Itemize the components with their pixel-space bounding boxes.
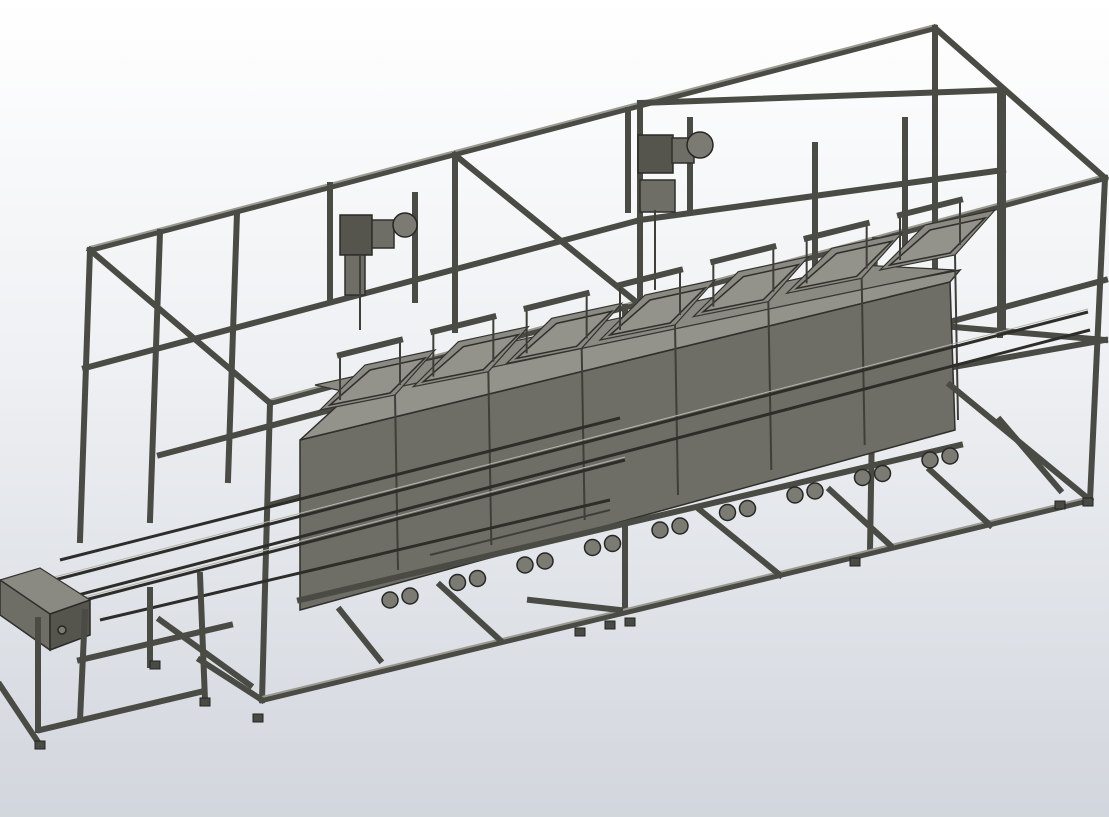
lift-bracket-bar	[429, 313, 497, 336]
lift-bracket-bar	[616, 266, 684, 289]
lift-bracket-bar	[709, 243, 777, 266]
leveling-foot	[1082, 497, 1094, 507]
drain-valve	[806, 482, 824, 500]
leveling-foot	[624, 617, 636, 627]
hoist-left[interactable]	[327, 182, 418, 330]
leveling-foot	[604, 620, 616, 630]
cad-viewport[interactable]	[0, 0, 1109, 817]
drain-valve	[941, 447, 959, 465]
drain-valve	[401, 587, 419, 605]
drain-valve	[718, 503, 737, 522]
drain-valve	[738, 499, 757, 518]
drain-valve	[583, 538, 602, 557]
leveling-foot	[849, 557, 861, 567]
drain-valve	[603, 534, 622, 553]
loading-station[interactable]	[0, 567, 234, 750]
leveling-foot	[1054, 500, 1066, 510]
lift-bracket-bar	[523, 289, 591, 312]
drain-valve	[853, 468, 872, 487]
leveling-foot	[574, 627, 586, 637]
leveling-foot	[149, 660, 161, 670]
drain-valve	[786, 486, 804, 504]
drain-valve	[671, 517, 689, 535]
drain-valve	[536, 552, 554, 570]
leveling-foot	[252, 713, 264, 723]
lift-bracket-bar	[896, 196, 964, 219]
lift-bracket-bar	[336, 336, 404, 359]
drain-valve	[516, 556, 534, 574]
drain-valve	[448, 573, 467, 592]
drain-valve	[381, 591, 399, 609]
leveling-foot	[34, 740, 46, 750]
drain-valve	[651, 521, 669, 539]
drain-valve	[468, 569, 487, 588]
tank-divider	[954, 254, 959, 421]
machine-assembly-model[interactable]	[0, 0, 1109, 817]
drain-valve	[873, 464, 892, 483]
leveling-foot	[199, 697, 211, 707]
drain-valve	[921, 451, 939, 469]
